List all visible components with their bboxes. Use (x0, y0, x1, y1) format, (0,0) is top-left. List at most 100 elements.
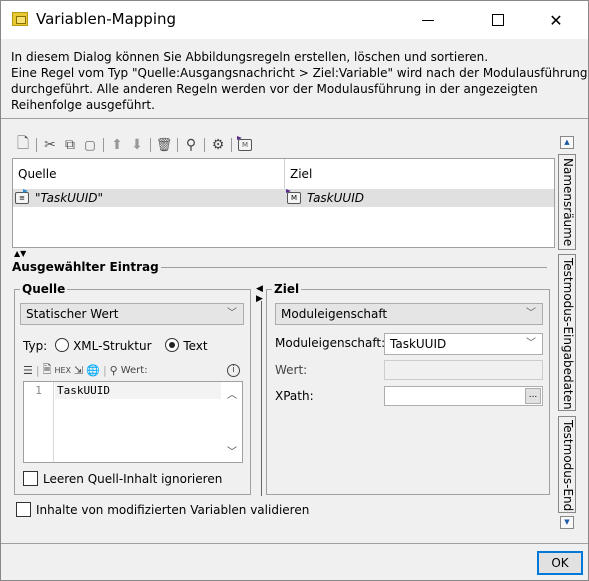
source-value-editor[interactable]: 1 TaskUUID ︿ ﹀ (23, 381, 243, 463)
chevron-down-icon: ﹀ (526, 338, 536, 349)
module-property-value: TaskUUID (390, 337, 447, 351)
selected-entry-title: Ausgewählter Eintrag (12, 260, 165, 274)
code-line[interactable]: TaskUUID (55, 382, 221, 399)
column-header-ziel[interactable]: Ziel (285, 159, 554, 189)
line-number: 1 (24, 382, 54, 462)
copy-icon[interactable]: ⧉ (60, 135, 80, 155)
source-cell: ≡ "TaskUUID" (15, 189, 103, 207)
ignore-empty-checkbox-row[interactable]: Leeren Quell-Inhalt ignorieren (23, 471, 222, 486)
ok-button[interactable]: OK (537, 551, 583, 575)
side-tab-testmodus-endd[interactable]: Testmodus-Endd (558, 416, 576, 513)
toolbar-separator (177, 138, 178, 152)
paste-icon[interactable]: ▢ (80, 135, 100, 155)
xpath-field[interactable]: ... (384, 386, 543, 406)
import-icon[interactable]: ⇲ (74, 364, 83, 377)
radio-xml-circle[interactable] (55, 338, 70, 352)
source-toolbar: ☰ | 🗎 HEX ⇲ 🌐 | ⚲ Wert: i (23, 362, 243, 378)
module-property-label: Moduleigenschaft: (275, 336, 386, 350)
source-group: Quelle Statischer Wert ﹀ Typ: XML-Strukt… (14, 282, 251, 495)
validate-checkbox-row[interactable]: Inhalte von modifizierten Variablen vali… (16, 502, 309, 517)
splitter-toggle[interactable]: ▲▼ (14, 250, 26, 258)
side-tab-namensraeume[interactable]: Namensräume (558, 154, 576, 250)
description-line: durchgeführt. Alle anderen Regeln werden… (11, 82, 538, 96)
ignore-empty-label: Leeren Quell-Inhalt ignorieren (43, 472, 223, 486)
target-group-title: Ziel (272, 282, 302, 296)
column-header-quelle[interactable]: Quelle (13, 159, 285, 189)
new-rule-icon[interactable]: 🗋 (13, 134, 33, 155)
divider (161, 267, 547, 268)
target-type-value: Moduleigenschaft (281, 307, 388, 321)
source-group-title: Quelle (20, 282, 68, 296)
toolbar-separator (36, 138, 37, 152)
xpath-label: XPath: (275, 389, 314, 403)
ignore-empty-checkbox[interactable] (23, 471, 38, 486)
scroll-down-icon[interactable]: ﹀ (227, 443, 237, 458)
chevron-down-icon: ﹀ (526, 308, 536, 319)
description: In diesem Dialog können Sie Abbildungsre… (1, 39, 588, 119)
radio-xml[interactable]: XML-Struktur (55, 338, 152, 353)
menu-icon[interactable]: ☰ (23, 364, 33, 377)
close-button[interactable]: ✕ (533, 1, 579, 39)
toolbar-separator: | (102, 363, 107, 377)
hex-icon[interactable]: HEX (54, 366, 71, 375)
toolbar-separator (231, 138, 232, 152)
value-label: Wert: (120, 364, 148, 376)
search-icon[interactable]: ⚲ (181, 135, 201, 155)
module-property-select[interactable]: TaskUUID ﹀ (384, 333, 543, 355)
source-cell-text: "TaskUUID" (35, 191, 104, 205)
side-tab-testmodus-eingabedaten[interactable]: Testmodus-Eingabedaten (558, 254, 576, 411)
minimize-button[interactable] (405, 1, 451, 39)
radio-text-circle[interactable] (165, 338, 180, 352)
validate-checkbox[interactable] (16, 502, 31, 517)
document-icon[interactable]: 🗎 (43, 361, 52, 380)
target-type-select[interactable]: Moduleigenschaft ﹀ (275, 303, 543, 325)
validate-label: Inhalte von modifizierten Variablen vali… (36, 503, 310, 517)
toolbar-separator (103, 138, 104, 152)
search-icon[interactable]: ⚲ (110, 364, 118, 377)
move-up-icon[interactable]: ⬆ (107, 135, 127, 155)
value-field (384, 360, 543, 380)
variablen-mapping-dialog: Variablen-Mapping ✕ In diesem Dialog kön… (0, 0, 589, 581)
module-icon[interactable]: M (235, 135, 255, 155)
source-type-value: Statischer Wert (26, 307, 119, 321)
value-label: Wert: (275, 363, 308, 377)
side-tab-label: Testmodus-Eingabedaten (561, 258, 575, 410)
target-group: Ziel Moduleigenschaft ﹀ Moduleigenschaft… (266, 282, 550, 495)
cut-icon[interactable]: ✂ (40, 135, 60, 155)
radio-text[interactable]: Text (165, 338, 208, 353)
side-tab-label: Namensräume (561, 158, 575, 247)
toolbar-separator (204, 138, 205, 152)
source-type-select[interactable]: Statischer Wert ﹀ (20, 303, 244, 325)
title-bar: Variablen-Mapping ✕ (1, 1, 588, 39)
radio-text-label: Text (183, 339, 208, 353)
footer-divider (1, 543, 588, 544)
panel-divider[interactable] (261, 301, 262, 496)
window-title: Variablen-Mapping (36, 10, 177, 28)
target-cell-text: TaskUUID (307, 191, 364, 205)
xpath-browse-button[interactable]: ... (525, 388, 541, 404)
settings-icon[interactable]: ⚙ (208, 135, 228, 155)
side-tab-label: Testmodus-Endd (561, 420, 575, 513)
module-property-icon: M (286, 189, 301, 204)
target-cell: M TaskUUID (286, 189, 364, 207)
info-icon[interactable]: i (227, 363, 240, 377)
scroll-up-icon[interactable]: ︿ (227, 386, 237, 401)
table-row[interactable]: ≡ "TaskUUID" M TaskUUID (13, 189, 554, 207)
radio-xml-label: XML-Struktur (73, 339, 152, 353)
toolbar-separator (150, 138, 151, 152)
type-label: Typ: (23, 339, 48, 353)
description-line: Eine Regel vom Typ "Quelle:Ausgangsnachr… (11, 66, 588, 80)
maximize-button[interactable] (475, 1, 521, 39)
static-value-icon: ≡ (15, 189, 29, 204)
mapping-table[interactable]: Quelle Ziel ≡ "TaskUUID" M TaskUUID (12, 158, 555, 248)
editor-scrollbar[interactable]: ︿ ﹀ (222, 382, 242, 462)
close-icon: ✕ (549, 10, 563, 30)
side-tabs-scroll-down[interactable]: ▼ (560, 516, 574, 529)
toolbar-separator: | (35, 363, 40, 377)
delete-icon[interactable]: 🗑 (154, 135, 174, 155)
toolbar: 🗋 ✂ ⧉ ▢ ⬆ ⬇ 🗑 ⚲ ⚙ M (13, 134, 255, 155)
maximize-icon (492, 14, 504, 26)
web-link-icon[interactable]: 🌐 (86, 364, 100, 377)
side-tabs-scroll-up[interactable]: ▲ (560, 136, 574, 149)
move-down-icon[interactable]: ⬇ (127, 135, 147, 155)
